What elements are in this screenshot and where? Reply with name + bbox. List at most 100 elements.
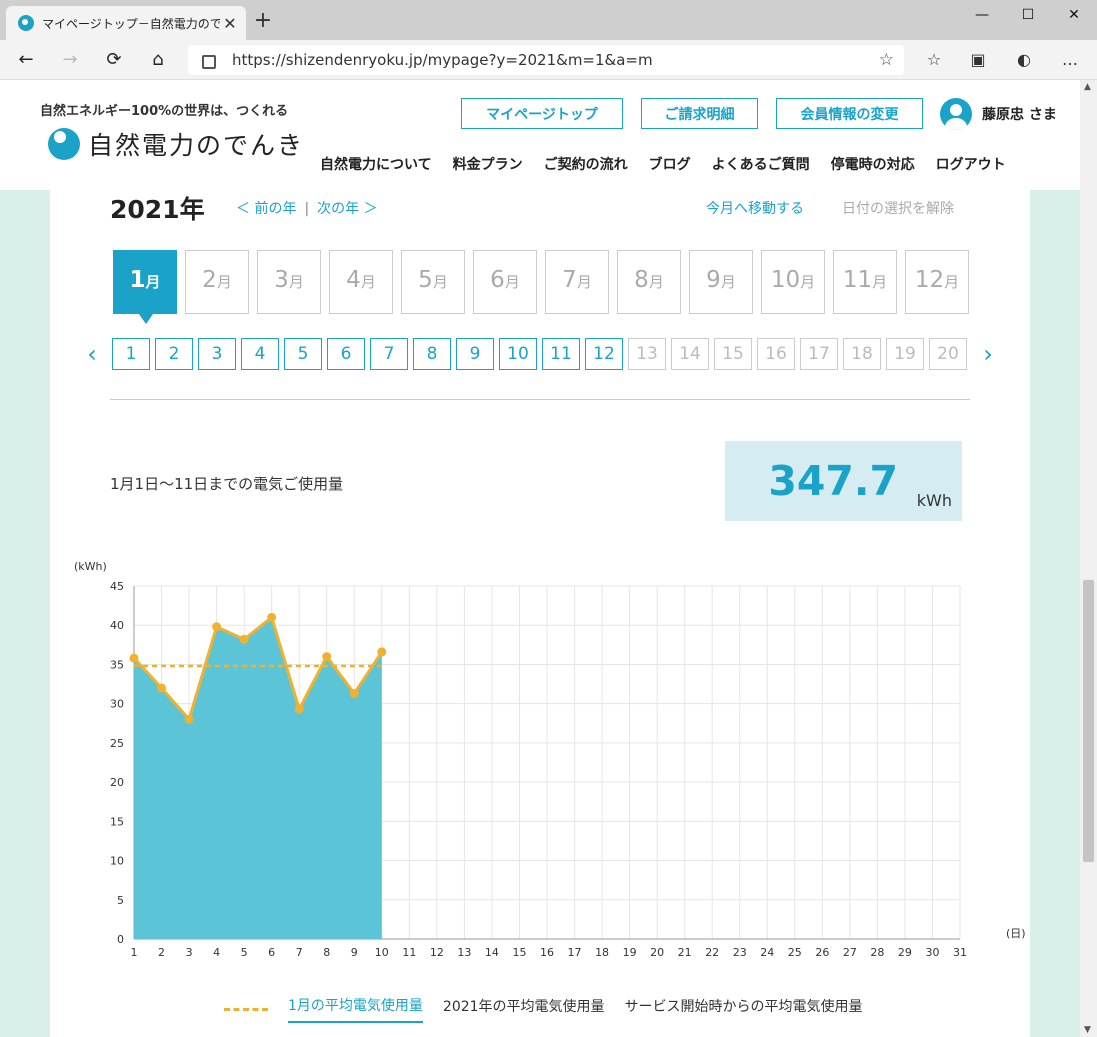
day-prev-icon[interactable]: ‹ (80, 340, 104, 368)
x-tick-label: 13 (457, 946, 471, 959)
x-tick-label: 12 (430, 946, 444, 959)
address-row: ← → ⟳ ⌂ https://shizendenryoku.jp/mypage… (0, 40, 1097, 80)
site-logo[interactable]: 自然電力のでんき (48, 126, 304, 162)
tab-close-icon[interactable]: ✕ (220, 14, 240, 33)
tab-bar: マイページトップ－自然電力のでんき ✕ + — ☐ ✕ (0, 0, 1097, 40)
profile-icon[interactable]: ◐ (1012, 48, 1036, 72)
month-tile-2[interactable]: 2月 (185, 250, 249, 314)
browser-tab[interactable]: マイページトップ－自然電力のでんき ✕ (6, 6, 246, 40)
collections-icon[interactable]: ▣ (966, 48, 990, 72)
usage-chart: 0 5 10 15 20 25 30 35 40 45 1 2 3 4 5 6 7 8 9 10 11 12 13 14 15 1… (50, 550, 1030, 990)
prev-year-link[interactable]: ＜ 前の年 (236, 201, 296, 217)
page-scrollbar[interactable]: ▲ ▼ (1080, 80, 1097, 1037)
usage-point (377, 647, 387, 657)
usage-point (239, 634, 249, 644)
go-to-this-month-link[interactable]: 今月へ移動する (706, 198, 804, 218)
forward-icon[interactable]: → (56, 46, 84, 74)
next-year-link[interactable]: 次の年 ＞ (317, 201, 377, 217)
nav-plans[interactable]: 料金プラン (453, 154, 523, 174)
month-tile-8[interactable]: 8月 (617, 250, 681, 314)
usage-chart-svg: 0510152025303540451 2 3 4 5 6 7 8 9 10 11 12 13 14 15 1… (74, 560, 1026, 959)
close-window-button[interactable]: ✕ (1054, 4, 1094, 26)
favorites-icon[interactable]: ☆ (922, 48, 946, 72)
mypage-top-button[interactable]: マイページトップ (461, 98, 623, 129)
x-tick-label: 20 (650, 946, 664, 959)
day-button-8[interactable]: 8 (413, 338, 451, 370)
month-tile-5[interactable]: 5月 (401, 250, 465, 314)
day-button-10[interactable]: 10 (499, 338, 537, 370)
legend-service-average[interactable]: サービス開始時からの平均電気使用量 (625, 996, 863, 1022)
month-unit: 月 (872, 273, 888, 291)
day-button-18[interactable]: 18 (843, 338, 881, 370)
month-tile-12[interactable]: 12 月 (905, 250, 969, 314)
day-button-16[interactable]: 16 (757, 338, 795, 370)
x-tick-label: 6 (268, 946, 275, 959)
day-button-2[interactable]: 2 (155, 338, 193, 370)
nav-blog[interactable]: ブログ (649, 154, 691, 174)
user-avatar-icon (940, 98, 972, 130)
day-button-4[interactable]: 4 (241, 338, 279, 370)
x-tick-label: 18 (595, 946, 609, 959)
day-button-9[interactable]: 9 (456, 338, 494, 370)
clear-date-selection-link[interactable]: 日付の選択を解除 (842, 198, 954, 218)
day-button-11[interactable]: 11 (542, 338, 580, 370)
month-tile-11[interactable]: 11 月 (833, 250, 897, 314)
day-button-20[interactable]: 20 (929, 338, 967, 370)
usage-total-value: 347.7 (768, 457, 898, 505)
year-nav-separator: | (304, 201, 310, 217)
day-button-12[interactable]: 12 (585, 338, 623, 370)
scroll-down-icon[interactable]: ▼ (1084, 1025, 1091, 1035)
month-tile-9[interactable]: 9月 (689, 250, 753, 314)
day-button-19[interactable]: 19 (886, 338, 924, 370)
member-info-button[interactable]: 会員情報の変更 (776, 98, 923, 129)
usage-point (267, 612, 277, 622)
month-unit: 月 (432, 273, 448, 291)
month-number: 1 (129, 267, 146, 293)
home-icon[interactable]: ⌂ (144, 46, 172, 74)
more-menu-icon[interactable]: … (1058, 48, 1082, 72)
favorite-star-icon[interactable]: ☆ (879, 50, 894, 70)
maximize-button[interactable]: ☐ (1008, 4, 1048, 26)
month-tile-4[interactable]: 4月 (329, 250, 393, 314)
x-tick-label: 16 (540, 946, 554, 959)
month-unit: 月 (504, 273, 520, 291)
new-tab-button[interactable]: + (252, 8, 274, 34)
month-tile-3[interactable]: 3月 (257, 250, 321, 314)
month-tile-1[interactable]: 1月 (113, 250, 177, 324)
nav-contract-flow[interactable]: ご契約の流れ (544, 154, 628, 174)
minimize-button[interactable]: — (962, 4, 1002, 26)
nav-about[interactable]: 自然電力について (320, 154, 432, 174)
day-button-7[interactable]: 7 (370, 338, 408, 370)
day-button-14[interactable]: 14 (671, 338, 709, 370)
x-tick-label: 7 (296, 946, 303, 959)
day-next-icon[interactable]: › (976, 340, 1000, 368)
nav-logout[interactable]: ログアウト (936, 154, 1006, 174)
scrollbar-thumb[interactable] (1083, 580, 1094, 862)
tagline: 自然エネルギー100%の世界は、つくれる (40, 104, 289, 119)
nav-outage[interactable]: 停電時の対応 (831, 154, 915, 174)
legend-month-average[interactable]: 1月の平均電気使用量 (288, 995, 423, 1023)
address-bar[interactable]: https://shizendenryoku.jp/mypage?y=2021&… (188, 45, 904, 75)
x-tick-label: 29 (898, 946, 912, 959)
nav-faq[interactable]: よくあるご質問 (712, 154, 810, 174)
usage-point (294, 704, 304, 714)
month-tile-7[interactable]: 7月 (545, 250, 609, 314)
month-tile-6[interactable]: 6月 (473, 250, 537, 314)
reload-icon[interactable]: ⟳ (100, 46, 128, 74)
usage-point (322, 652, 332, 662)
legend-year-average[interactable]: 2021年の平均電気使用量 (443, 996, 605, 1022)
day-button-3[interactable]: 3 (198, 338, 236, 370)
x-tick-label: 31 (953, 946, 967, 959)
day-button-6[interactable]: 6 (327, 338, 365, 370)
billing-button[interactable]: ご請求明細 (641, 98, 758, 129)
user-menu[interactable]: 藤原忠 さま (940, 98, 1057, 130)
day-button-1[interactable]: 1 (112, 338, 150, 370)
day-button-17[interactable]: 17 (800, 338, 838, 370)
scroll-up-icon[interactable]: ▲ (1084, 82, 1091, 92)
day-button-5[interactable]: 5 (284, 338, 322, 370)
x-tick-label: 25 (788, 946, 802, 959)
month-tile-10[interactable]: 10 月 (761, 250, 825, 314)
day-button-15[interactable]: 15 (714, 338, 752, 370)
day-button-13[interactable]: 13 (628, 338, 666, 370)
back-icon[interactable]: ← (12, 46, 40, 74)
